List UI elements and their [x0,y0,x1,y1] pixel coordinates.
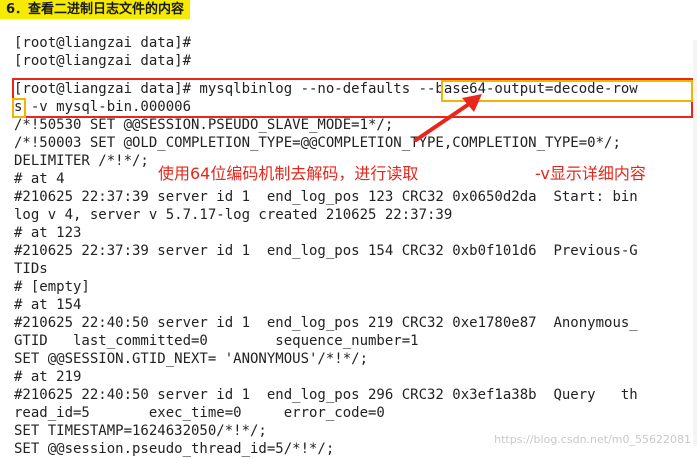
terminal-line: #210625 22:40:50 server id 1 end_log_pos… [14,315,638,331]
rows-suffix-highlight-box [12,98,26,118]
terminal-line: # at 219 [14,369,82,385]
base64-annotation: 使用64位编码机制去解码，进行读取 [158,164,419,183]
terminal-line: # at 123 [14,225,82,241]
terminal-line: [root@liangzai data]# [14,35,192,51]
terminal-line: #210625 22:37:39 server id 1 end_log_pos… [14,189,638,205]
terminal-line: SET TIMESTAMP=1624632050/*!*/; [14,423,267,439]
section-heading: 6．查看二进制日志文件的内容 [0,0,191,19]
terminal-line: # at 4 [14,171,65,187]
terminal-line: /*!50003 SET @OLD_COMPLETION_TYPE=@@COMP… [14,135,621,151]
terminal-line: SET @@session.pseudo_thread_id=5/*!*/; [14,441,335,457]
arrow-icon [414,94,482,142]
terminal-line: [root@liangzai data]# [14,53,192,69]
terminal-line: GTID last_committed=0 sequence_number=1 [14,333,419,349]
terminal-line: log v 4, server v 5.7.17-log created 210… [14,207,453,223]
terminal-line: # at 154 [14,297,82,313]
terminal-line: SET @@SESSION.GTID_NEXT= 'ANONYMOUS'/*!*… [14,351,369,367]
terminal-line: TIDs [14,261,48,277]
terminal-line: #210625 22:37:39 server id 1 end_log_pos… [14,243,638,259]
terminal-line: #210625 22:40:50 server id 1 end_log_pos… [14,387,638,403]
verbose-annotation: -v显示详细内容 [535,164,646,183]
terminal-line: DELIMITER /*!*/; [14,153,149,169]
terminal-line: # [empty] [14,279,90,295]
watermark: https://blog.csdn.net/m0_55622081 [494,433,691,446]
terminal-line: /*!50530 SET @@SESSION.PSEUDO_SLAVE_MODE… [14,117,394,133]
terminal-line: read_id=5 exec_time=0 error_code=0 [14,405,385,421]
